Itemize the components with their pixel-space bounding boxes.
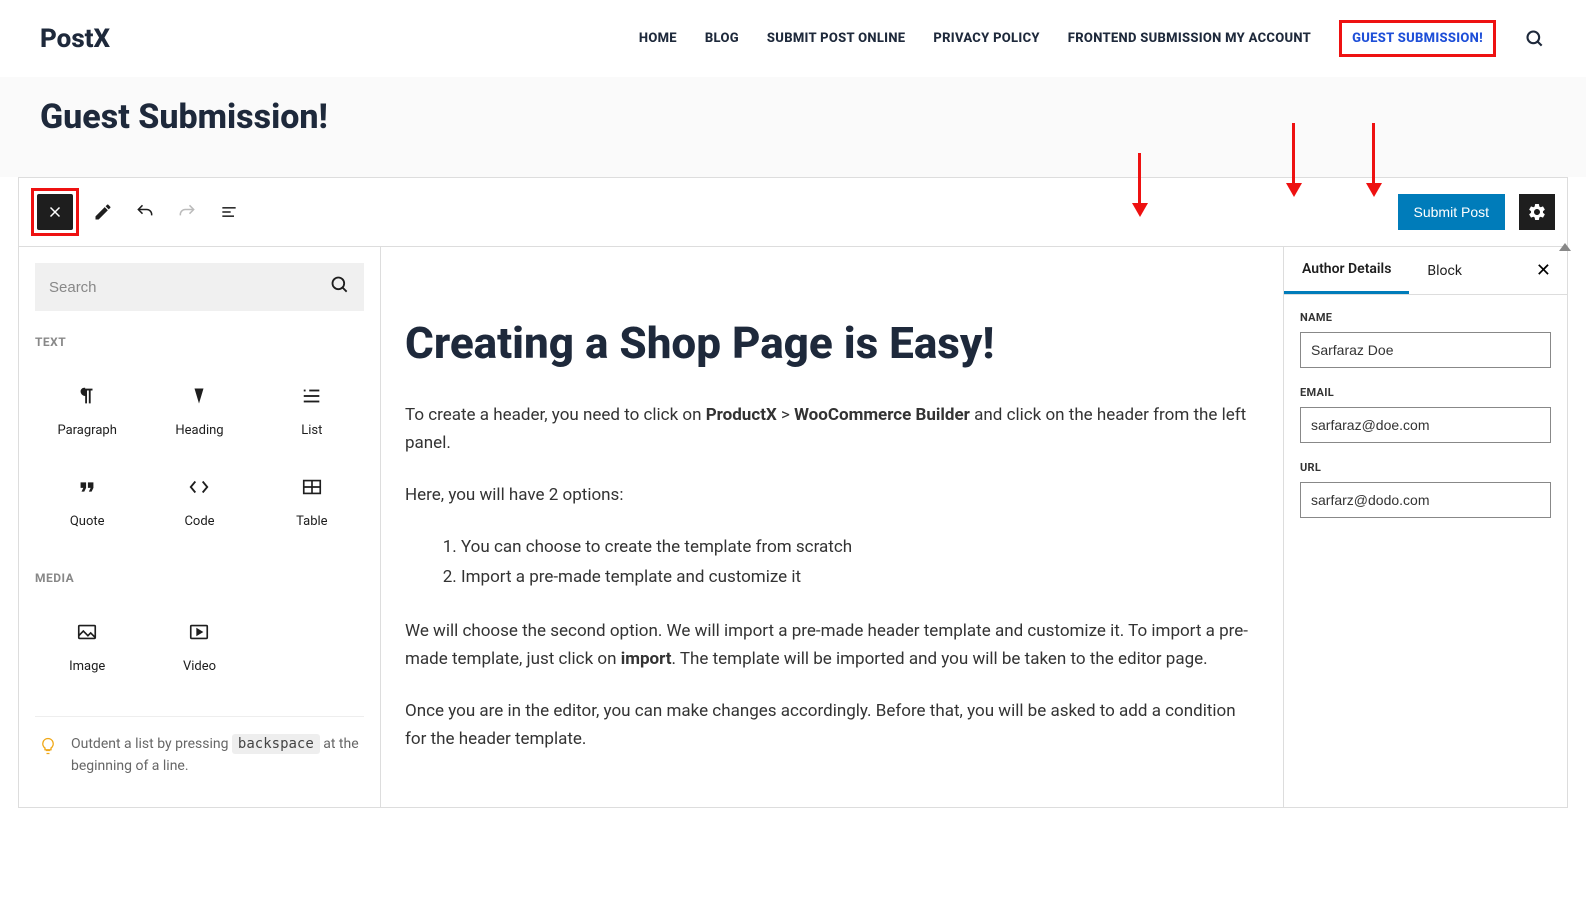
page-title: Guest Submission! [40,97,1546,137]
editor-toolbar: Submit Post [19,178,1567,246]
video-icon [186,619,212,645]
block-inserter: TEXT Paragraph Heading List Quote Code T… [19,247,381,807]
block-table[interactable]: Table [260,460,364,543]
content-paragraph[interactable]: To create a header, you need to click on… [405,401,1259,457]
image-icon [74,619,100,645]
sidebar-tabs: Author Details Block ✕ [1284,247,1567,295]
label-url: URL [1300,461,1551,474]
label-email: EMAIL [1300,386,1551,399]
scroll-indicator [1559,243,1571,251]
post-content[interactable]: Creating a Shop Page is Easy! To create … [381,247,1283,807]
site-header: PostX HOME BLOG SUBMIT POST ONLINE PRIVA… [0,0,1586,77]
undo-button[interactable] [127,194,163,230]
settings-sidebar: Author Details Block ✕ NAME EMAIL URL [1283,247,1567,807]
tab-block[interactable]: Block [1409,249,1480,293]
block-paragraph[interactable]: Paragraph [35,369,139,452]
text-blocks-grid: Paragraph Heading List Quote Code Table [35,369,364,543]
content-list[interactable]: You can choose to create the template fr… [405,533,1259,593]
redo-button[interactable] [169,194,205,230]
page-title-bar: Guest Submission! [0,77,1586,177]
list-item[interactable]: You can choose to create the template fr… [461,533,1259,563]
nav-home[interactable]: HOME [639,31,677,46]
bulb-icon [39,737,57,762]
edit-icon[interactable] [85,194,121,230]
table-icon [299,474,325,500]
section-label-media: MEDIA [35,571,364,585]
input-author-email[interactable] [1300,407,1551,443]
inserter-tip: Outdent a list by pressing backspace at … [35,716,364,778]
list-item[interactable]: Import a pre-made template and customize… [461,563,1259,593]
input-author-url[interactable] [1300,482,1551,518]
nav-guest-submission[interactable]: GUEST SUBMISSION! [1339,20,1496,57]
input-author-name[interactable] [1300,332,1551,368]
list-icon [299,383,325,409]
submit-post-button[interactable]: Submit Post [1398,194,1505,230]
tip-text: Outdent a list by pressing backspace at … [71,733,360,778]
block-image[interactable]: Image [35,605,139,688]
search-icon[interactable] [1524,28,1546,50]
paragraph-icon [74,383,100,409]
tab-author-details[interactable]: Author Details [1284,247,1409,294]
code-icon [186,474,212,500]
section-label-text: TEXT [35,335,364,349]
kbd-backspace: backspace [232,734,320,754]
nav-submit-post[interactable]: SUBMIT POST ONLINE [767,31,905,46]
media-blocks-grid: Image Video [35,605,364,688]
block-search-input[interactable] [49,279,330,296]
block-quote[interactable]: Quote [35,460,139,543]
close-inserter-highlight [31,188,79,236]
site-logo[interactable]: PostX [40,24,110,54]
sidebar-body: NAME EMAIL URL [1284,295,1567,552]
search-icon [330,275,350,299]
content-paragraph[interactable]: We will choose the second option. We wil… [405,617,1259,673]
editor-body: TEXT Paragraph Heading List Quote Code T… [19,246,1567,807]
close-inserter-button[interactable] [37,194,73,230]
close-sidebar-button[interactable]: ✕ [1520,248,1567,293]
block-heading[interactable]: Heading [147,369,251,452]
heading-icon [186,383,212,409]
quote-icon [74,474,100,500]
block-list[interactable]: List [260,369,364,452]
nav-blog[interactable]: BLOG [705,31,739,46]
content-paragraph[interactable]: Here, you will have 2 options: [405,481,1259,509]
block-video[interactable]: Video [147,605,251,688]
document-outline-button[interactable] [211,194,247,230]
main-nav: HOME BLOG SUBMIT POST ONLINE PRIVACY POL… [639,20,1546,57]
nav-frontend-submission[interactable]: FRONTEND SUBMISSION MY ACCOUNT [1068,31,1311,46]
settings-button[interactable] [1519,194,1555,230]
nav-privacy[interactable]: PRIVACY POLICY [933,31,1039,46]
block-search[interactable] [35,263,364,311]
editor: Submit Post TEXT Paragraph Heading List … [18,177,1568,808]
content-paragraph[interactable]: Once you are in the editor, you can make… [405,697,1259,753]
block-code[interactable]: Code [147,460,251,543]
post-title[interactable]: Creating a Shop Page is Easy! [405,317,1259,369]
label-name: NAME [1300,311,1551,324]
